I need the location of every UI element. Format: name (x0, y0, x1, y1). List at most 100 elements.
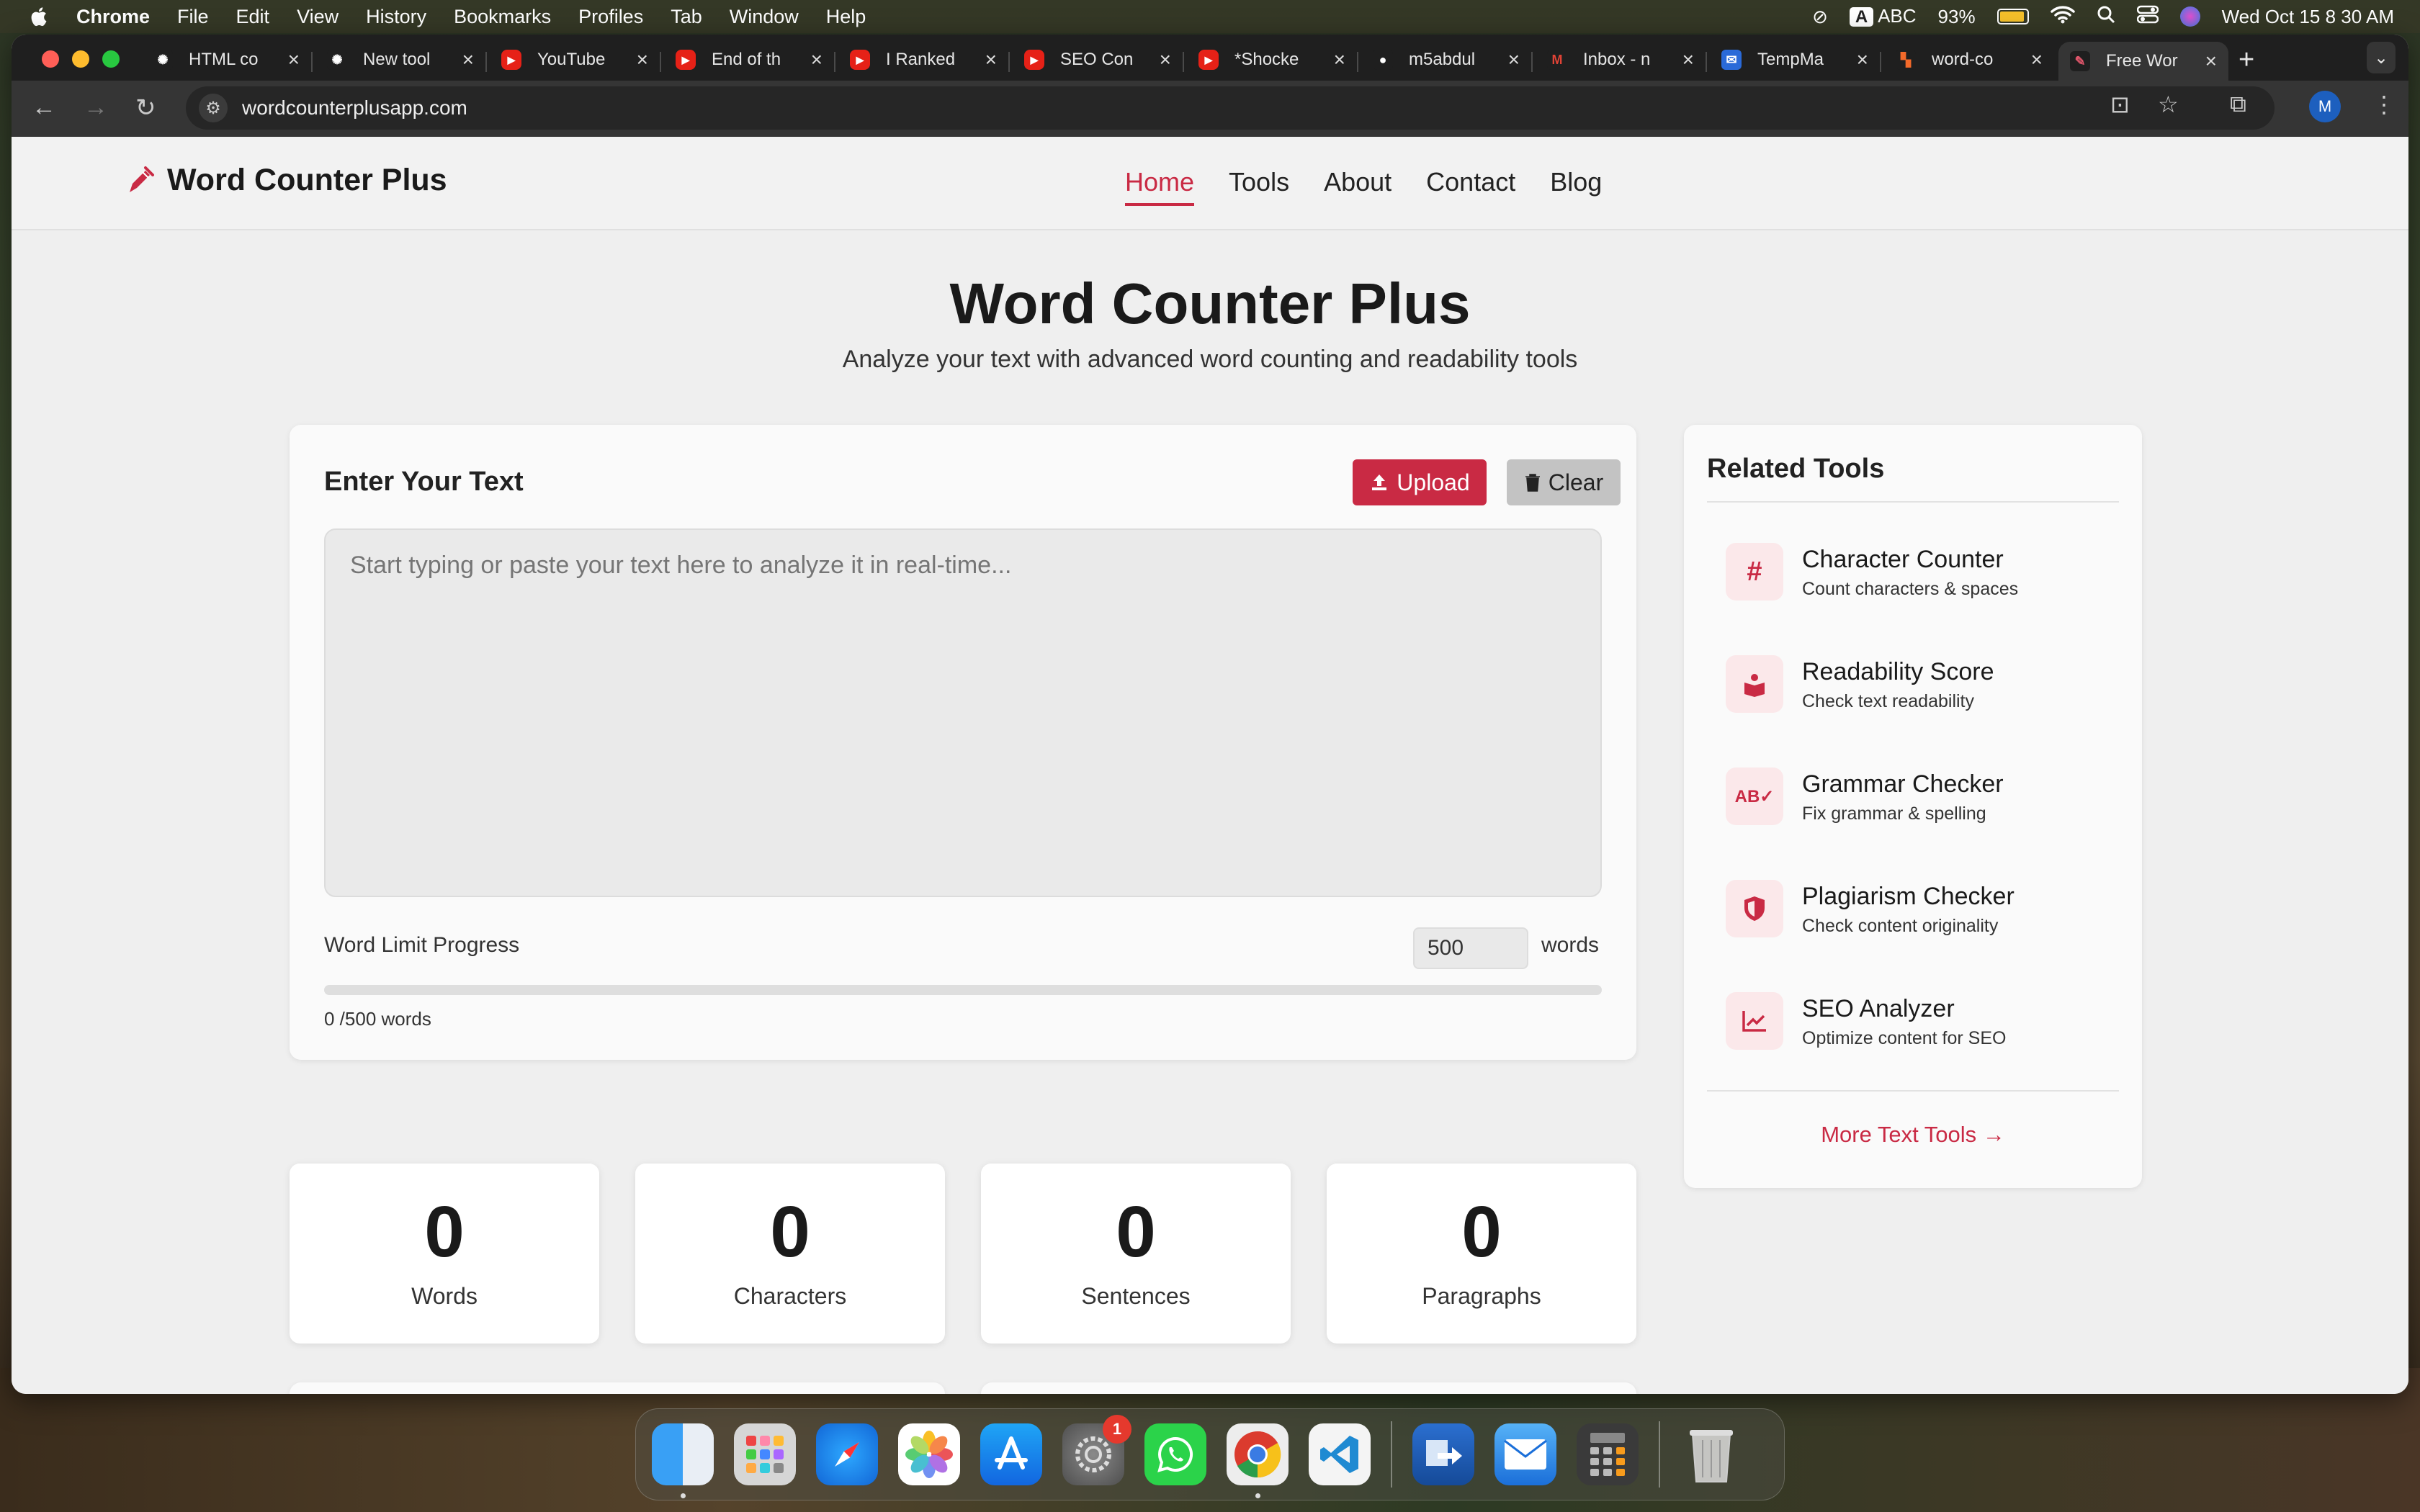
address-bar[interactable]: ⚙ wordcounterplusapp.com (186, 86, 2275, 130)
launchpad-icon[interactable] (734, 1423, 796, 1485)
close-tab-icon[interactable]: × (2031, 48, 2043, 71)
wifi-icon[interactable] (2050, 5, 2075, 29)
install-app-icon[interactable]: ⊡ (2110, 91, 2130, 118)
menu-bookmarks[interactable]: Bookmarks (454, 6, 551, 28)
bookmark-star-icon[interactable]: ☆ (2158, 91, 2179, 118)
chrome-menu-icon[interactable]: ⋮ (2372, 91, 2396, 118)
site-brand[interactable]: Word Counter Plus (124, 163, 447, 198)
close-tab-icon[interactable]: × (1857, 48, 1868, 71)
address-text[interactable]: wordcounterplusapp.com (242, 96, 467, 120)
browser-tab[interactable]: ✎ Free Wor × (2058, 42, 2228, 81)
menu-datetime[interactable]: Wed Oct 15 8 30 AM (2222, 6, 2394, 28)
tool-plagiarism-checker[interactable]: Plagiarism Checker Check content origina… (1726, 880, 2100, 945)
stat-value: 0 (424, 1192, 465, 1272)
stat-value: 0 (1116, 1192, 1156, 1272)
menu-app-name[interactable]: Chrome (76, 6, 150, 28)
menu-file[interactable]: File (177, 6, 209, 28)
browser-tab[interactable]: ● m5abdul × (1361, 42, 1531, 78)
tool-desc: Check text readability (1802, 691, 1975, 711)
whatsapp-icon[interactable] (1144, 1423, 1206, 1485)
chart-line-icon (1726, 992, 1783, 1050)
close-tab-icon[interactable]: × (1160, 48, 1171, 71)
chrome-icon[interactable] (1227, 1423, 1289, 1498)
page-title: Word Counter Plus (949, 271, 1471, 336)
tool-seo-analyzer[interactable]: SEO Analyzer Optimize content for SEO (1726, 992, 2100, 1057)
close-tab-icon[interactable]: × (1508, 48, 1520, 71)
forward-icon[interactable]: → (84, 94, 108, 122)
photos-icon[interactable] (898, 1423, 960, 1485)
browser-tab[interactable]: M Inbox - n × (1536, 42, 1706, 78)
browser-tab[interactable]: ▶ End of th × (664, 42, 834, 78)
mail-icon[interactable] (1494, 1423, 1556, 1485)
word-limit-input[interactable] (1413, 927, 1528, 969)
menu-help[interactable]: Help (826, 6, 866, 28)
reload-icon[interactable]: ↻ (135, 94, 156, 122)
finder-icon[interactable] (652, 1423, 714, 1498)
profile-avatar[interactable]: M (2309, 91, 2341, 122)
menu-view[interactable]: View (297, 6, 339, 28)
menu-edit[interactable]: Edit (236, 6, 270, 28)
nav-home[interactable]: Home (1125, 167, 1195, 206)
browser-tab[interactable]: ✺ HTML co × (141, 42, 311, 78)
close-tab-icon[interactable]: × (288, 48, 300, 71)
close-tab-icon[interactable]: × (462, 48, 474, 71)
control-center-icon[interactable] (2136, 5, 2159, 29)
menu-tab[interactable]: Tab (671, 6, 702, 28)
input-source-badge[interactable]: A (1849, 7, 1874, 27)
apple-icon[interactable] (29, 6, 48, 27)
close-tab-icon[interactable]: × (1334, 48, 1345, 71)
extensions-icon[interactable]: ⧉ (2230, 91, 2246, 118)
lower-card-left (290, 1382, 945, 1394)
text-input-area[interactable] (324, 528, 1602, 897)
close-tab-icon[interactable]: × (637, 48, 648, 71)
youtube-icon: ▶ (676, 50, 696, 70)
nav-about[interactable]: About (1324, 167, 1392, 206)
back-icon[interactable]: ← (32, 94, 56, 122)
stat-value: 0 (770, 1192, 810, 1272)
site-settings-icon[interactable]: ⚙ (199, 94, 228, 122)
nav-contact[interactable]: Contact (1426, 167, 1515, 206)
input-source-label: ABC (1878, 5, 1917, 27)
app-store-icon[interactable] (980, 1423, 1042, 1485)
close-window-button[interactable] (42, 50, 59, 68)
tool-character-counter[interactable]: # Character Counter Count characters & s… (1726, 543, 2100, 608)
zoom-window-button[interactable] (102, 50, 120, 68)
siri-icon[interactable] (2179, 6, 2200, 27)
tool-grammar-checker[interactable]: AB✓ Grammar Checker Fix grammar & spelli… (1726, 768, 2100, 832)
close-tab-icon[interactable]: × (811, 48, 823, 71)
safari-icon[interactable] (816, 1423, 878, 1485)
minimize-window-button[interactable] (72, 50, 89, 68)
browser-tab[interactable]: ▶ YouTube × (490, 42, 660, 78)
system-settings-icon[interactable]: 1 (1062, 1415, 1131, 1485)
browser-tab[interactable]: ✺ New tool × (315, 42, 485, 78)
notification-badge: 1 (1103, 1415, 1131, 1444)
accessibility-icon[interactable]: ⊘ (1812, 6, 1828, 28)
upload-button[interactable]: Upload (1353, 459, 1487, 505)
tab-search-icon[interactable]: ⌄ (2367, 42, 2396, 73)
more-tools-link[interactable]: More Text Tools → (1684, 1122, 2142, 1148)
vscode-icon[interactable] (1309, 1423, 1371, 1485)
nav-tools[interactable]: Tools (1229, 167, 1289, 206)
browser-tab[interactable]: ▶ *Shocke × (1187, 42, 1357, 78)
migration-assistant-icon[interactable] (1412, 1423, 1474, 1485)
tool-readability-score[interactable]: Readability Score Check text readability (1726, 655, 2100, 720)
battery-icon[interactable] (1996, 9, 2029, 24)
close-tab-icon[interactable]: × (2205, 50, 2217, 73)
menu-profiles[interactable]: Profiles (578, 6, 643, 28)
trash-can-icon[interactable] (1680, 1423, 1742, 1485)
clear-button[interactable]: Clear (1507, 459, 1621, 505)
browser-tab[interactable]: ▶ SEO Con × (1013, 42, 1183, 78)
spotlight-search-icon[interactable] (2097, 5, 2115, 29)
menu-window[interactable]: Window (730, 6, 799, 28)
stat-card-characters: 0 Characters (635, 1164, 945, 1344)
menu-history[interactable]: History (366, 6, 426, 28)
new-tab-icon[interactable]: + (2238, 42, 2254, 78)
tab-separator (1357, 52, 1358, 72)
calculator-icon[interactable] (1577, 1423, 1639, 1485)
close-tab-icon[interactable]: × (1682, 48, 1694, 71)
nav-blog[interactable]: Blog (1550, 167, 1602, 206)
browser-tab[interactable]: ▚ word-co × (1884, 42, 2054, 78)
browser-tab[interactable]: ▶ I Ranked × (838, 42, 1008, 78)
close-tab-icon[interactable]: × (985, 48, 997, 71)
browser-tab[interactable]: ✉ TempMa × (1710, 42, 1880, 78)
